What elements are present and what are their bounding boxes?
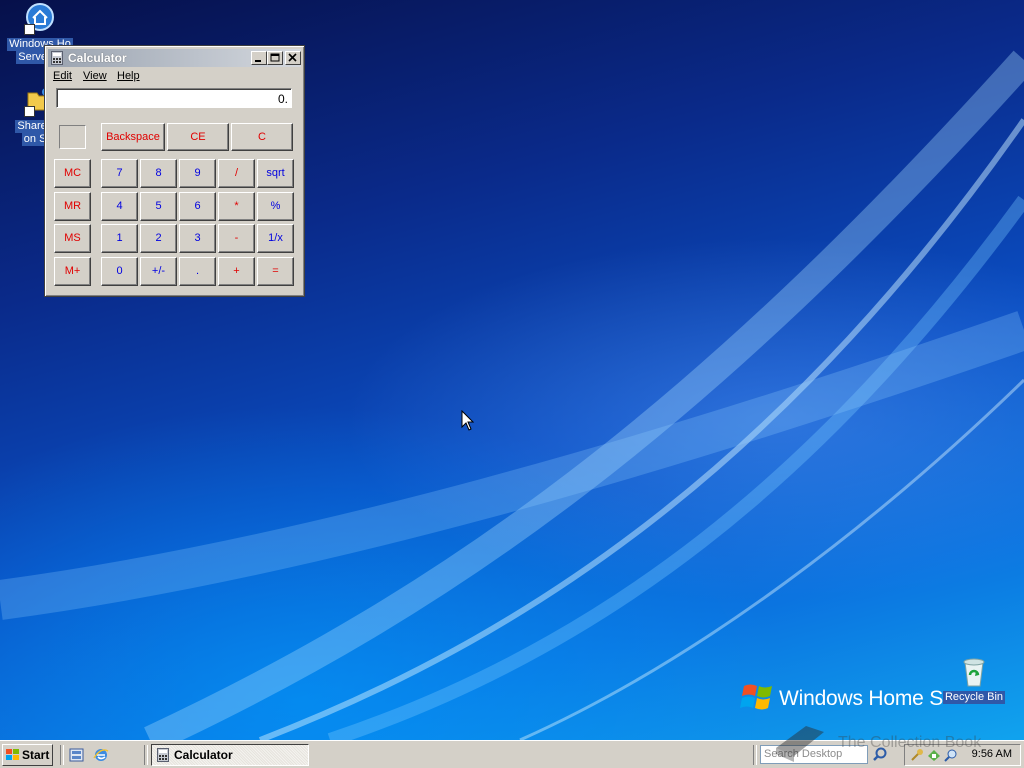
menu-label: Help [117,70,140,82]
taskbar-button-calculator[interactable]: Calculator [151,744,309,766]
digit-3-button[interactable]: 3 [179,224,216,253]
system-tray: 9:56 AM [904,744,1021,766]
digit-8-button[interactable]: 8 [140,159,177,188]
maximize-button[interactable] [267,51,283,65]
search-icon[interactable] [870,745,890,764]
digit-4-button[interactable]: 4 [101,192,138,221]
digit-6-button[interactable]: 6 [179,192,216,221]
server-status-icon[interactable] [927,748,941,762]
menu-help[interactable]: Help [117,70,140,82]
taskbar-clock[interactable]: 9:56 AM [972,748,1012,760]
digit-9-button[interactable]: 9 [179,159,216,188]
windows-flag-icon [740,684,772,710]
brand-text: Windows Home Se [779,687,944,710]
internet-explorer-icon[interactable] [93,747,109,763]
windows-home-server-brand: Windows Home Se [740,680,944,716]
recycle-bin-icon [963,658,985,687]
close-icon [288,53,297,62]
taskbar-button-label: Calculator [174,748,233,762]
sqrt-button[interactable]: sqrt [257,159,294,188]
network-key-icon[interactable] [910,748,924,762]
menu-label: View [83,70,107,82]
memory-indicator [59,125,86,149]
calculator-app-icon [157,748,169,762]
desktop-search-input[interactable]: Search Desktop [760,745,868,764]
minimize-icon [255,60,261,62]
window-title: Calculator [68,51,127,65]
minimize-button[interactable] [251,51,267,65]
menu-edit[interactable]: Edit [53,70,72,82]
clear-entry-button[interactable]: CE [167,123,229,151]
equals-button[interactable]: = [257,257,294,286]
server-manager-icon[interactable] [69,747,85,763]
sign-toggle-button[interactable]: +/- [140,257,177,286]
menu-view[interactable]: View [83,70,107,82]
percent-button[interactable]: % [257,192,294,221]
shortcut-arrow-icon [24,106,35,117]
maximize-icon [270,53,280,62]
backspace-button[interactable]: Backspace [101,123,165,151]
memory-add-button[interactable]: M+ [54,257,91,286]
digit-7-button[interactable]: 7 [101,159,138,188]
reciprocal-button[interactable]: 1/x [257,224,294,253]
digit-5-button[interactable]: 5 [140,192,177,221]
taskbar-separator [60,745,64,765]
digit-0-button[interactable]: 0 [101,257,138,286]
add-button[interactable]: + [218,257,255,286]
digit-2-button[interactable]: 2 [140,224,177,253]
memory-recall-button[interactable]: MR [54,192,91,221]
windows-flag-icon [6,749,19,760]
calculator-display: 0. [56,88,292,108]
menu-label: Edit [53,70,72,82]
taskbar: Start Calculator Search Desktop 9:56 AM [0,740,1024,768]
decimal-button[interactable]: . [179,257,216,286]
calculator-window: Calculator Edit View Help 0. Backspace C… [44,45,305,297]
start-label: Start [22,748,50,762]
desktop-icon-label: Recycle Bin [942,691,1006,704]
digit-1-button[interactable]: 1 [101,224,138,253]
mouse-cursor-icon [461,410,475,431]
taskbar-separator [144,745,148,765]
title-bar[interactable]: Calculator [48,49,301,67]
shortcut-arrow-icon [24,24,35,35]
divide-button[interactable]: / [218,159,255,188]
desktop-icon-recycle-bin[interactable]: Recycle Bin [940,656,1008,704]
memory-store-button[interactable]: MS [54,224,91,253]
close-button[interactable] [285,51,301,65]
multiply-button[interactable]: * [218,192,255,221]
taskbar-separator [753,745,757,765]
clear-button[interactable]: C [231,123,293,151]
start-button[interactable]: Start [2,744,53,766]
magnifier-tray-icon[interactable] [944,748,958,762]
subtract-button[interactable]: - [218,224,255,253]
memory-clear-button[interactable]: MC [54,159,91,188]
calculator-app-icon [51,51,63,65]
